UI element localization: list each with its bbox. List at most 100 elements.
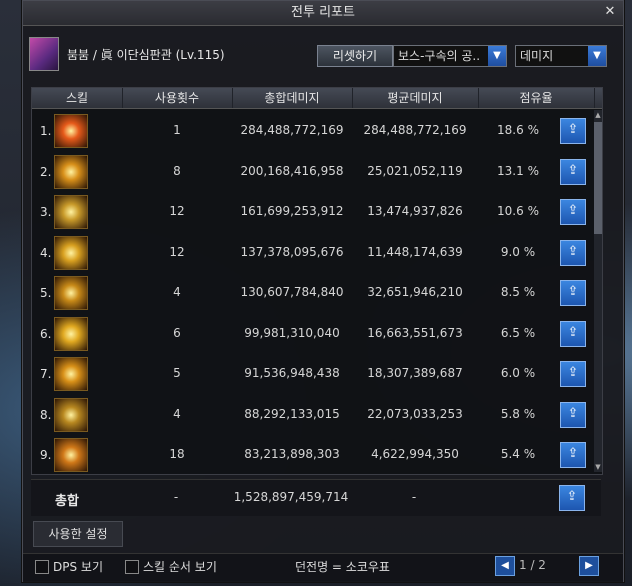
table-row: 5. 4 130,607,784,840 32,651,946,210 8.5 % ⇪ [32, 272, 592, 313]
col-total-damage[interactable]: 총합데미지 [232, 88, 353, 108]
share-icon[interactable]: ⇪ [560, 158, 586, 185]
skill-fire-pillar-icon [54, 438, 88, 472]
dps-checkbox[interactable] [35, 560, 49, 574]
share-icon[interactable]: ⇪ [560, 442, 586, 468]
avg-damage: 16,663,551,673 [367, 325, 463, 340]
rank: 5. [40, 286, 52, 300]
total-damage: 88,292,133,015 [244, 406, 340, 421]
share: 6.0 % [500, 366, 536, 380]
share: 13.1 % [497, 163, 539, 178]
rank: 1. [40, 124, 52, 138]
rank: 8. [40, 407, 52, 422]
skill-order-checkbox[interactable] [125, 560, 139, 574]
share: 5.8 % [500, 406, 536, 421]
total-damage: 99,981,310,040 [244, 325, 340, 340]
table-row: 7. 5 91,536,948,438 18,307,389,687 6.0 % ⇪ [32, 353, 592, 394]
share: 10.6 % [497, 204, 539, 218]
scrollbar[interactable]: ▲ ▼ [594, 110, 602, 472]
total-damage: 91,536,948,438 [244, 366, 340, 380]
avg-damage: 22,073,033,253 [367, 406, 463, 421]
share-icon[interactable]: ⇪ [560, 320, 586, 347]
dps-label: DPS 보기 [53, 560, 103, 574]
share-icon[interactable]: ⇪ [560, 361, 586, 387]
uses: 1 [173, 123, 181, 137]
col-skill[interactable]: 스킬 [32, 88, 123, 108]
skill-wave-icon [54, 195, 88, 229]
rank: 4. [40, 245, 52, 260]
rank: 6. [40, 326, 52, 341]
scroll-up-icon[interactable]: ▲ [594, 110, 602, 120]
combat-report-window: 전투 리포트 ✕ 붐붐 / 眞 이단심판관 (Lv.115) 리셋하기 보스-구… [22, 0, 624, 582]
total-row: 총합 - 1,528,897,459,714 - ⇪ [31, 479, 601, 516]
col-avg-damage[interactable]: 평균데미지 [352, 88, 479, 108]
scroll-down-icon[interactable]: ▼ [594, 462, 602, 472]
share: 6.5 % [500, 325, 536, 340]
uses: 4 [173, 406, 181, 421]
share-icon[interactable]: ⇪ [560, 280, 586, 306]
share: 5.4 % [500, 447, 536, 461]
uses: 4 [173, 285, 181, 299]
total-label: 총합 [55, 494, 79, 509]
uses: 5 [173, 366, 181, 380]
next-page-icon[interactable]: ▶ [579, 556, 599, 576]
skill-gate-icon [54, 397, 88, 432]
metric-value: 데미지 [520, 49, 554, 63]
total-damage: 83,213,898,303 [244, 447, 340, 461]
skill-strike-icon [54, 357, 88, 391]
avg-damage: 11,448,174,639 [367, 244, 463, 259]
col-uses[interactable]: 사용횟수 [122, 88, 233, 108]
skill-flame-slash-icon [54, 114, 88, 148]
scroll-thumb[interactable] [594, 122, 602, 234]
table-row: 6. 6 99,981,310,040 16,663,551,673 6.5 % ⇪ [32, 313, 592, 354]
close-icon[interactable]: ✕ [603, 5, 617, 19]
character-row: 붐붐 / 眞 이단심판관 (Lv.115) 리셋하기 보스-구속의 공.. ▼ … [29, 37, 619, 77]
window-titlebar[interactable]: 전투 리포트 ✕ [23, 1, 623, 26]
avg-damage: 18,307,389,687 [367, 366, 463, 380]
share: 9.0 % [500, 244, 536, 259]
used-settings-tab[interactable]: 사용한 설정 [33, 521, 123, 547]
character-avatar [29, 37, 59, 71]
table-row: 1. 1 284,488,772,169 284,488,772,169 18.6 % ⇪ [32, 110, 592, 151]
chevron-down-icon: ▼ [588, 46, 606, 66]
share-icon[interactable]: ⇪ [560, 239, 586, 266]
uses: 12 [169, 204, 185, 218]
skill-damage-table: 스킬 사용횟수 총합데미지 평균데미지 점유율 1. 1 284,488,772,1… [31, 87, 603, 475]
table-row: 9. 18 83,213,898,303 4,622,994,350 5.4 % ⇪ [32, 434, 592, 475]
chevron-down-icon: ▼ [488, 46, 506, 66]
table-row: 2. 8 200,168,416,958 25,021,052,119 13.1 % ⇪ [32, 151, 592, 192]
share-icon[interactable]: ⇪ [560, 199, 586, 225]
col-share[interactable]: 점유율 [478, 88, 595, 108]
avg-damage: 4,622,994,350 [371, 447, 459, 461]
uses: 6 [173, 325, 181, 340]
metric-select[interactable]: 데미지 ▼ [515, 45, 607, 67]
dungeon-name: 던전명 = 소코우표 [295, 560, 390, 574]
uses: 8 [173, 163, 181, 178]
avg-damage: 32,651,946,210 [367, 285, 463, 299]
boss-filter-select[interactable]: 보스-구속의 공.. ▼ [393, 45, 507, 67]
share: 8.5 % [500, 285, 536, 299]
window-title: 전투 리포트 [291, 5, 355, 20]
share-icon[interactable]: ⇪ [560, 118, 586, 144]
rank: 3. [40, 205, 52, 219]
uses: 12 [169, 244, 185, 259]
boss-filter-value: 보스-구속의 공.. [398, 49, 481, 63]
table-header: 스킬 사용횟수 총합데미지 평균데미지 점유율 [32, 88, 602, 109]
total-damage: 130,607,784,840 [240, 285, 344, 299]
table-row: 3. 12 161,699,253,912 13,474,937,826 10.6 % ⇪ [32, 191, 592, 232]
total-damage: 200,168,416,958 [240, 163, 344, 178]
reset-button[interactable]: 리셋하기 [317, 45, 393, 67]
total-avg: - [411, 490, 417, 504]
skill-order-label: 스킬 순서 보기 [143, 560, 217, 574]
uses: 18 [169, 447, 185, 461]
total-uses: - [173, 490, 179, 504]
avg-damage: 25,021,052,119 [367, 163, 463, 178]
skill-flare-icon [54, 316, 88, 351]
prev-page-icon[interactable]: ◀ [495, 556, 515, 576]
character-name: 붐붐 / 眞 이단심판관 (Lv.115) [67, 48, 225, 62]
skill-burst-icon [54, 276, 88, 310]
share-icon[interactable]: ⇪ [559, 485, 585, 511]
total-damage: 137,378,095,676 [240, 244, 344, 259]
rank: 2. [40, 164, 52, 179]
share-icon[interactable]: ⇪ [560, 401, 586, 428]
rank: 7. [40, 367, 52, 381]
